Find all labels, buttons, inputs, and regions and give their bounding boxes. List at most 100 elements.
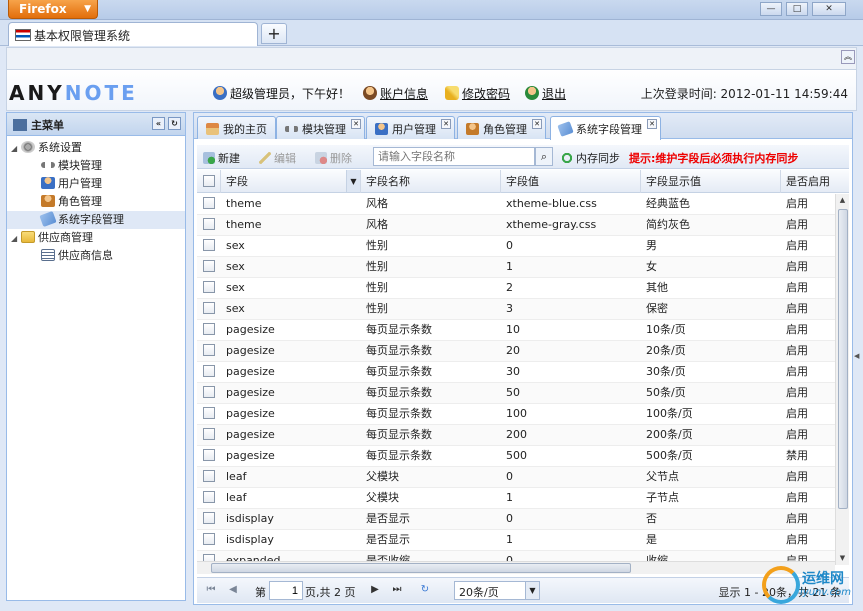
tree-node-supplier-info[interactable]: 供应商信息: [7, 247, 185, 265]
row-checkbox[interactable]: [197, 236, 221, 256]
row-checkbox[interactable]: [197, 341, 221, 361]
collapse-panel-button[interactable]: «: [152, 117, 165, 130]
page-number-input[interactable]: [269, 581, 303, 600]
table-row[interactable]: pagesize 每页显示条数 30 30条/页 启用: [197, 362, 835, 383]
table-row[interactable]: sex 性别 0 男 启用: [197, 236, 835, 257]
column-header-field-value[interactable]: 字段值: [501, 170, 641, 193]
cell-display-value: 是: [646, 533, 657, 546]
browser-tab[interactable]: 基本权限管理系统: [8, 22, 258, 46]
tab-user-management[interactable]: 用户管理 ✕: [366, 116, 455, 139]
table-row[interactable]: leaf 父模块 0 父节点 启用: [197, 467, 835, 488]
chevron-down-icon: ▼: [525, 582, 539, 599]
logout-user-icon: [525, 86, 539, 100]
table-row[interactable]: sex 性别 2 其他 启用: [197, 278, 835, 299]
search-button[interactable]: ⌕: [535, 147, 553, 166]
table-row[interactable]: pagesize 每页显示条数 50 50条/页 启用: [197, 383, 835, 404]
field-search-input[interactable]: [373, 147, 535, 166]
row-checkbox[interactable]: [197, 278, 221, 298]
table-row[interactable]: theme 风格 xtheme-blue.css 经典蓝色 启用: [197, 194, 835, 215]
tree-node-user-management[interactable]: 用户管理: [7, 175, 185, 193]
table-row[interactable]: pagesize 每页显示条数 200 200条/页 启用: [197, 425, 835, 446]
firefox-menu-button[interactable]: Firefox ▼: [8, 0, 98, 19]
scroll-up-icon[interactable]: ▲: [836, 194, 849, 207]
table-row[interactable]: sex 性别 3 保密 启用: [197, 299, 835, 320]
close-tab-icon[interactable]: ✕: [532, 119, 542, 129]
vertical-scrollbar[interactable]: ▲ ▼: [835, 194, 849, 565]
horizontal-scrollbar[interactable]: [197, 561, 835, 574]
table-row[interactable]: theme 风格 xtheme-gray.css 简约灰色 启用: [197, 215, 835, 236]
row-checkbox[interactable]: [197, 488, 221, 508]
cell-field: pagesize: [226, 323, 275, 336]
tab-system-field-management[interactable]: 系统字段管理 ✕: [550, 116, 661, 140]
refresh-icon[interactable]: ↻: [419, 584, 431, 596]
row-checkbox[interactable]: [197, 362, 221, 382]
row-checkbox[interactable]: [197, 194, 221, 214]
row-checkbox[interactable]: [197, 215, 221, 235]
row-checkbox[interactable]: [197, 404, 221, 424]
table-row[interactable]: pagesize 每页显示条数 10 10条/页 启用: [197, 320, 835, 341]
minimize-button[interactable]: —: [760, 2, 782, 16]
cell-display-value: 200条/页: [646, 428, 693, 441]
cell-field-name: 父模块: [366, 470, 399, 483]
memory-sync-button[interactable]: 内存同步: [561, 150, 620, 166]
maximize-button[interactable]: □: [786, 2, 808, 16]
last-page-icon[interactable]: ⏭: [391, 584, 403, 596]
prev-page-icon[interactable]: ◀: [227, 584, 239, 596]
row-checkbox[interactable]: [197, 467, 221, 487]
row-checkbox[interactable]: [197, 383, 221, 403]
tab-module-management[interactable]: 模块管理 ✕: [276, 116, 365, 139]
select-all-checkbox[interactable]: [197, 170, 221, 193]
logout-link[interactable]: 退出: [525, 85, 566, 102]
tree-node-supplier-management[interactable]: ◢ 供应商管理: [7, 229, 185, 247]
next-page-icon[interactable]: ▶: [369, 584, 381, 596]
account-info-link[interactable]: 账户信息: [363, 85, 428, 102]
row-checkbox[interactable]: [197, 320, 221, 340]
role-group-icon: [41, 195, 55, 207]
scrollbar-thumb[interactable]: [211, 563, 631, 573]
form-icon: [41, 249, 55, 261]
table-row[interactable]: isdisplay 是否显示 1 是 启用: [197, 530, 835, 551]
expand-triangle-icon: ◢: [11, 234, 18, 243]
column-header-display-value[interactable]: 字段显示值: [641, 170, 781, 193]
table-row[interactable]: sex 性别 1 女 启用: [197, 257, 835, 278]
delete-button[interactable]: 删除: [315, 150, 352, 166]
column-menu-icon[interactable]: ▼: [346, 170, 360, 192]
column-header-enabled[interactable]: 是否启用: [781, 170, 849, 193]
first-page-icon[interactable]: ⏮: [205, 584, 217, 596]
page-size-select[interactable]: 20条/页 ▼: [454, 581, 540, 600]
cell-enabled: 启用: [786, 365, 808, 378]
tree-node-system-field-management[interactable]: 系统字段管理: [7, 210, 185, 229]
tab-role-management[interactable]: 角色管理 ✕: [457, 116, 546, 139]
refresh-icon[interactable]: ↻: [168, 117, 181, 130]
new-tab-button[interactable]: +: [261, 23, 287, 44]
table-row[interactable]: pagesize 每页显示条数 500 500条/页 禁用: [197, 446, 835, 467]
column-header-field[interactable]: 字段 ▼: [221, 170, 361, 193]
row-checkbox[interactable]: [197, 425, 221, 445]
table-row[interactable]: pagesize 每页显示条数 100 100条/页 启用: [197, 404, 835, 425]
edit-button[interactable]: 编辑: [259, 150, 296, 166]
tree-node-module-management[interactable]: 模块管理: [7, 157, 185, 175]
row-checkbox[interactable]: [197, 446, 221, 466]
row-checkbox[interactable]: [197, 530, 221, 550]
east-panel-toggle[interactable]: ◀: [853, 112, 861, 601]
add-button[interactable]: 新建: [203, 150, 240, 166]
scrollbar-thumb[interactable]: [838, 209, 848, 509]
collapse-header-button[interactable]: ︽: [841, 50, 855, 64]
favicon-icon: [15, 29, 31, 41]
row-checkbox[interactable]: [197, 509, 221, 529]
close-tab-icon[interactable]: ✕: [441, 119, 451, 129]
tab-my-home[interactable]: 我的主页: [197, 116, 276, 139]
row-checkbox[interactable]: [197, 257, 221, 277]
close-tab-icon[interactable]: ✕: [647, 119, 657, 129]
tree-node-role-management[interactable]: 角色管理: [7, 193, 185, 211]
change-password-link[interactable]: 修改密码: [445, 85, 510, 102]
delete-icon: [315, 152, 327, 164]
close-window-button[interactable]: ✕: [812, 2, 846, 16]
table-row[interactable]: pagesize 每页显示条数 20 20条/页 启用: [197, 341, 835, 362]
table-row[interactable]: leaf 父模块 1 子节点 启用: [197, 488, 835, 509]
table-row[interactable]: isdisplay 是否显示 0 否 启用: [197, 509, 835, 530]
row-checkbox[interactable]: [197, 299, 221, 319]
close-tab-icon[interactable]: ✕: [351, 119, 361, 129]
tree-node-system-settings[interactable]: ◢ 系统设置: [7, 139, 185, 157]
column-header-field-name[interactable]: 字段名称: [361, 170, 501, 193]
